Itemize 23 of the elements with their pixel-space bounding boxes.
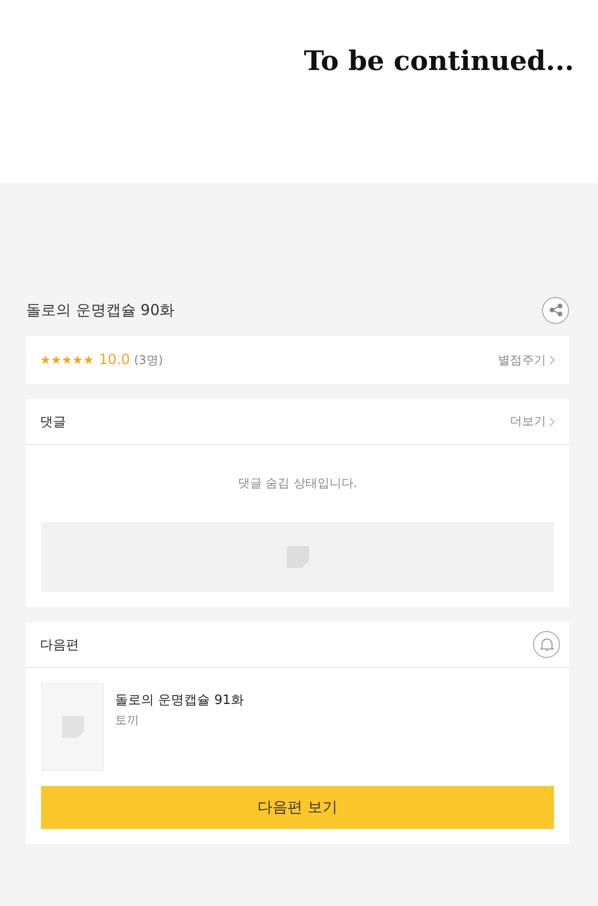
- star-icon: ★: [72, 353, 84, 367]
- author-name: 토끼: [115, 712, 140, 729]
- star-icon: ★: [83, 353, 94, 367]
- comments-heading: 댓글: [40, 414, 66, 430]
- next-episode-title: 돌로의 운명캡슐 91화: [115, 692, 244, 709]
- star-icon: ★: [40, 353, 51, 367]
- comic-caption: To be continued...: [304, 46, 574, 79]
- notification-button[interactable]: [533, 631, 560, 658]
- rating-score: 10.0: [98, 352, 130, 368]
- bell-icon: [540, 637, 554, 652]
- next-episode-heading: 다음편: [40, 636, 79, 654]
- share-button[interactable]: [542, 296, 569, 324]
- rating-count: (3명): [134, 352, 163, 368]
- rate-link[interactable]: 별점주기: [498, 352, 555, 368]
- chevron-icon: [549, 416, 555, 426]
- comments-hidden-notice: 댓글 숨김 상태입니다.: [238, 475, 358, 492]
- episode-title: 돌로의 운명캡슐 90화: [26, 300, 175, 320]
- more-link[interactable]: 더보기: [510, 413, 555, 430]
- star-icon: ★: [62, 353, 72, 367]
- share-icon: [548, 303, 562, 317]
- star-icon: ★: [50, 353, 62, 367]
- chevron-icon: [549, 355, 555, 365]
- next-episode-button[interactable]: 다음편 보기: [41, 786, 554, 829]
